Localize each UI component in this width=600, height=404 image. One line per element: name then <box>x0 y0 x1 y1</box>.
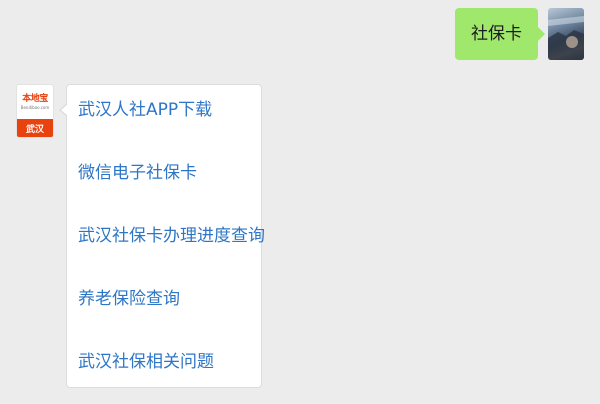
city-badge: 武汉 <box>17 119 53 137</box>
link-card-progress-query[interactable]: 武汉社保卡办理进度查询 <box>78 215 265 278</box>
link-social-security-faq[interactable]: 武汉社保相关问题 <box>78 341 261 404</box>
link-wuhan-hrss-app[interactable]: 武汉人社APP下载 <box>78 89 261 152</box>
outgoing-message-bubble[interactable]: 社保卡 <box>455 8 545 60</box>
outgoing-message-row: 社保卡 <box>455 8 584 60</box>
logo-subtext: Bendibao.com <box>20 104 50 110</box>
user-avatar[interactable] <box>548 8 584 60</box>
bot-avatar[interactable]: 本地宝 Bendibao.com 武汉 <box>16 84 54 138</box>
incoming-message-bubble: 武汉人社APP下载 微信电子社保卡 武汉社保卡办理进度查询 养老保险查询 武汉社… <box>59 84 265 388</box>
bendibao-logo: 本地宝 Bendibao.com <box>17 85 53 119</box>
link-wechat-e-social-card[interactable]: 微信电子社保卡 <box>78 152 261 215</box>
incoming-message-row: 本地宝 Bendibao.com 武汉 武汉人社APP下载 微信电子社保卡 武汉… <box>16 84 265 388</box>
link-pension-query[interactable]: 养老保险查询 <box>78 278 261 341</box>
logo-text: 本地宝 <box>22 93 48 104</box>
